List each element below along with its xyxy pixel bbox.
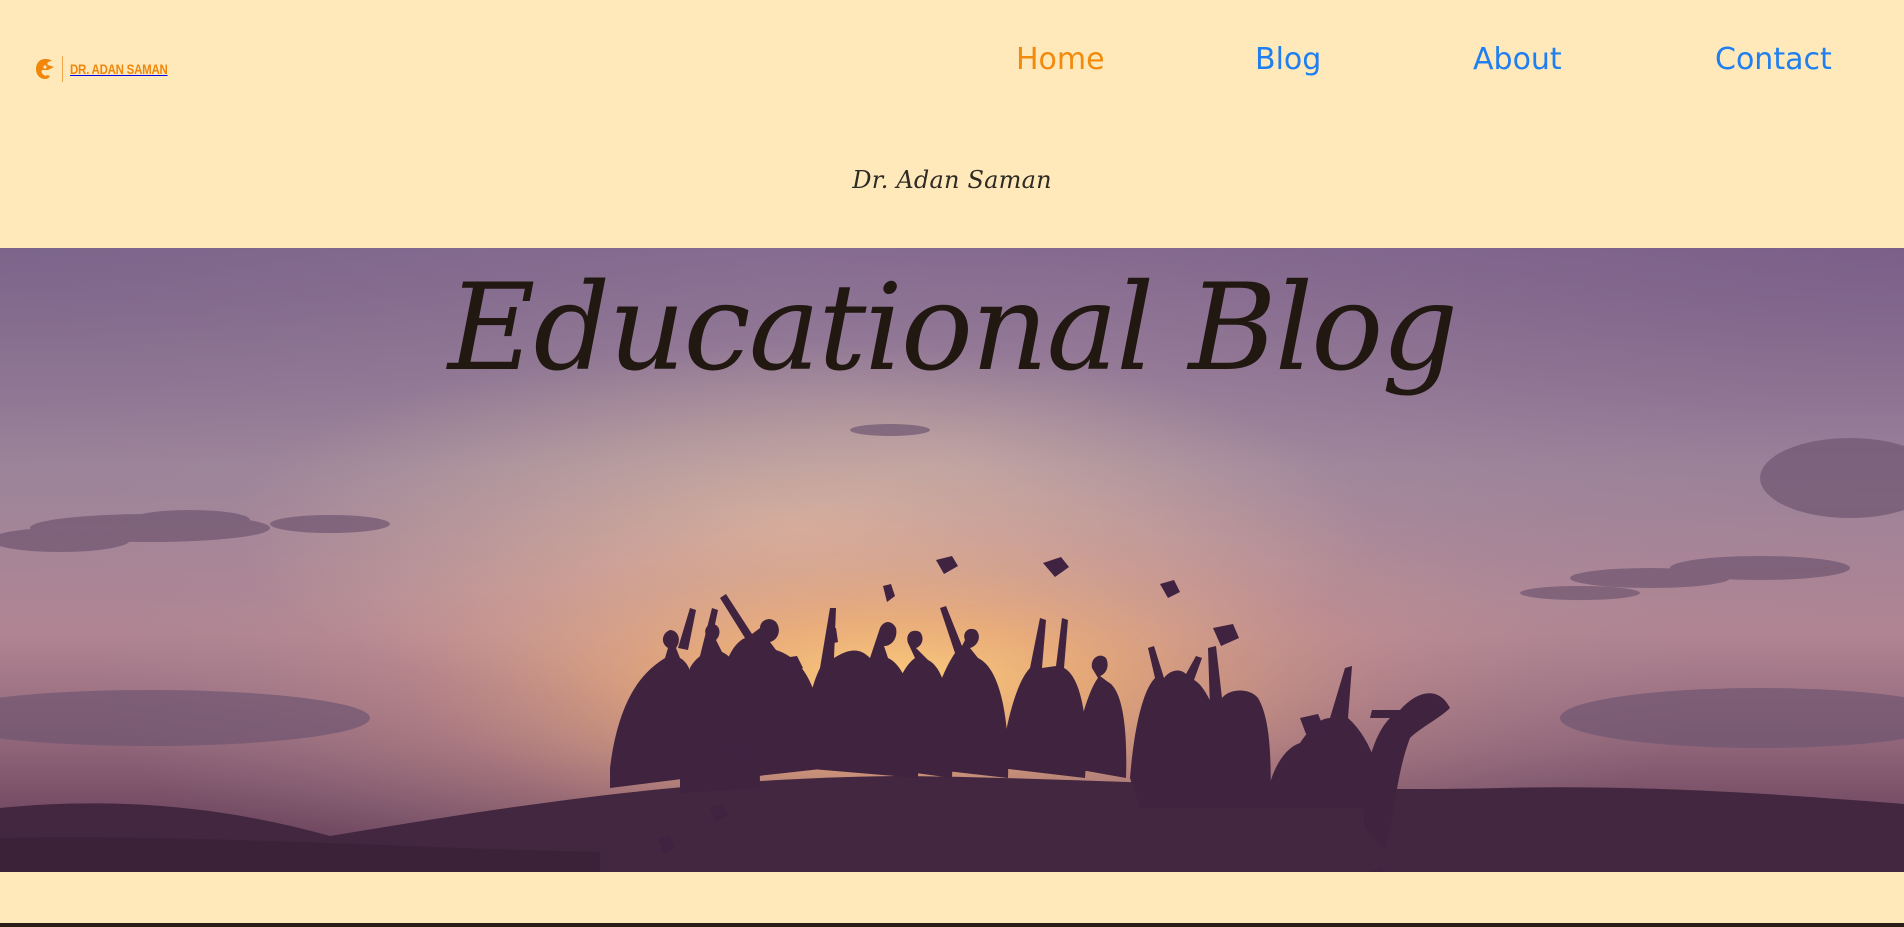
hero-title: Educational Blog xyxy=(447,259,1458,398)
hero-banner: Educational Blog xyxy=(0,248,1904,872)
nav-home[interactable]: Home xyxy=(1016,40,1105,80)
nav-about[interactable]: About xyxy=(1473,40,1562,80)
section-divider xyxy=(0,923,1904,927)
nav-contact[interactable]: Contact xyxy=(1715,40,1832,80)
site-title: Dr. Adan Saman xyxy=(852,166,1052,194)
site-header: DR. ADAN SAMAN Home Blog About Contact D… xyxy=(0,0,1904,248)
content-area xyxy=(0,872,1904,925)
nav-blog[interactable]: Blog xyxy=(1255,40,1321,80)
main-nav: Home Blog About Contact xyxy=(0,40,1904,80)
